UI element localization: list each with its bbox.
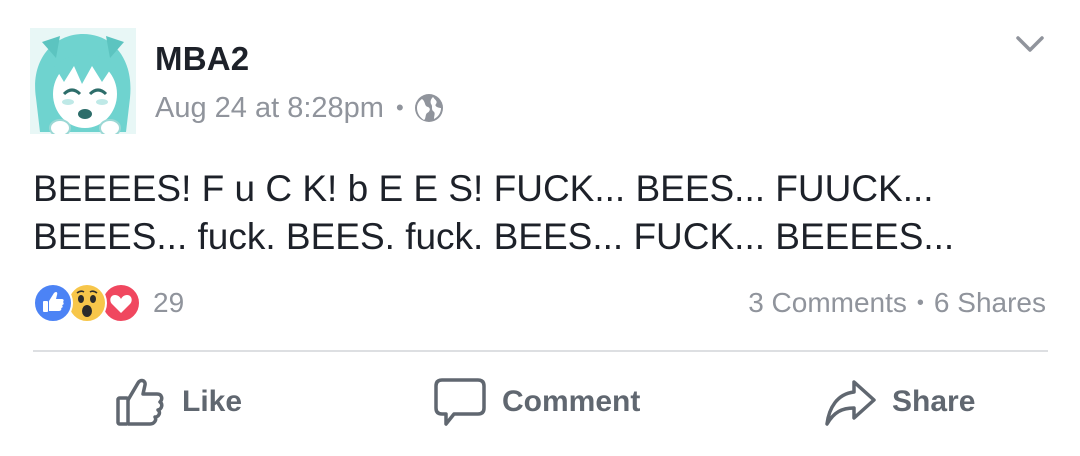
share-button[interactable]: Share <box>822 370 975 434</box>
comments-count-link[interactable]: 3 Comments <box>748 287 907 319</box>
love-reaction-icon <box>101 283 141 323</box>
post-text: BEEEES! F u C K! b E E S! FUCK... BEES..… <box>33 168 955 257</box>
divider <box>33 350 1048 352</box>
author-name[interactable]: MBA2 <box>155 40 249 78</box>
thumbs-up-icon <box>116 378 164 426</box>
speech-bubble-icon <box>434 378 486 426</box>
wow-reaction-icon <box>67 283 107 323</box>
shares-count-link[interactable]: 6 Shares <box>934 287 1046 319</box>
post-timestamp[interactable]: Aug 24 at 8:28pm <box>155 92 384 125</box>
chevron-down-icon[interactable] <box>1010 28 1050 60</box>
comment-label: Comment <box>502 385 641 418</box>
comment-button[interactable]: Comment <box>432 370 640 434</box>
like-label: Like <box>182 385 243 418</box>
meta-separator: • <box>395 95 404 120</box>
avatar-illustration <box>30 28 136 134</box>
globe-icon <box>414 93 444 123</box>
share-arrow-icon <box>825 380 876 426</box>
reaction-count: 29 <box>153 287 185 318</box>
post-stats: 3 Comments • 6 Shares <box>748 283 1046 323</box>
post-meta: Aug 24 at 8:28pm • <box>155 90 444 126</box>
author-avatar[interactable] <box>30 28 136 134</box>
like-button[interactable]: Like <box>112 370 242 434</box>
reactions-summary[interactable]: 29 <box>33 283 184 323</box>
stats-separator: • <box>916 291 924 314</box>
share-label: Share <box>892 385 976 418</box>
like-reaction-icon <box>33 283 73 323</box>
